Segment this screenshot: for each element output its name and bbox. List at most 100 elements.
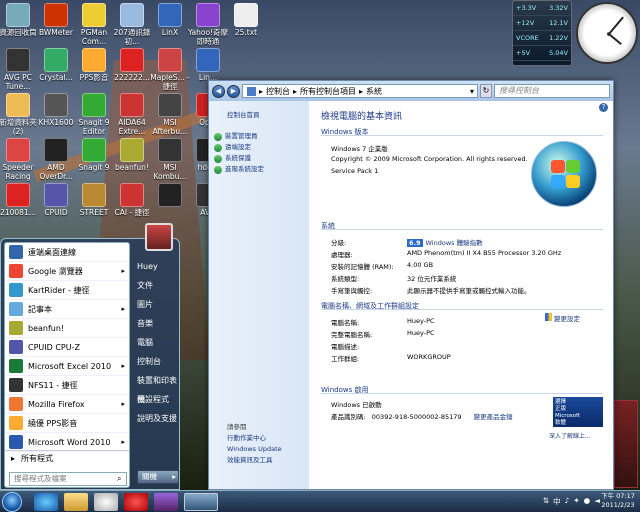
ime-indicator[interactable]: 中: [553, 496, 561, 507]
breadcrumb-item[interactable]: 系統: [366, 86, 382, 97]
start-menu-place[interactable]: 圖片: [133, 295, 179, 314]
genuine-learn-more-link[interactable]: 深入了解線上...: [549, 431, 591, 440]
desktop-icon-image: [6, 138, 30, 162]
side-task-link[interactable]: 裝置管理員: [209, 131, 309, 142]
start-menu-item[interactable]: Microsoft Excel 2010 ▸: [5, 357, 129, 376]
desktop-icon-image: [158, 3, 182, 27]
experience-index-badge[interactable]: 6.9: [407, 239, 423, 247]
see-also-title: 請參閱: [227, 423, 247, 431]
desktop-icon-image: [158, 183, 182, 207]
see-also-link[interactable]: Windows Update: [209, 444, 309, 455]
change-settings-link[interactable]: 變更設定: [545, 313, 580, 323]
start-menu-place[interactable]: 電腦: [133, 333, 179, 352]
desktop-icon-image: [120, 183, 144, 207]
back-button[interactable]: ◀: [212, 84, 225, 98]
control-panel-taskbar-button[interactable]: [184, 493, 218, 511]
network-icon[interactable]: ⇅: [543, 496, 549, 507]
start-button[interactable]: [2, 492, 22, 512]
start-menu-item[interactable]: CPUID CPU-Z: [5, 338, 129, 357]
desktop-icon-label: 新增資料夾 (2): [0, 118, 37, 136]
see-also-list: 行動作業中心 Windows Update 效能資訊及工具: [209, 433, 309, 466]
desktop-icon[interactable]: Lin...: [186, 48, 230, 82]
desktop-icon-label: Speeder Racing: [2, 163, 34, 181]
taskbar: ⇅ 中 ♪ ✦ ● ◄ 下午 07:17 2011/2/23: [0, 490, 640, 512]
start-menu-item[interactable]: NFS11 - 捷徑: [5, 376, 129, 395]
refresh-button[interactable]: ↻: [480, 84, 492, 98]
desktop-icon-image: [44, 138, 68, 162]
start-menu-item[interactable]: Google 瀏覽器 ▸: [5, 262, 129, 281]
start-menu-place[interactable]: 預設程式: [133, 390, 179, 409]
windows-logo-blue-pane: [551, 175, 565, 188]
experience-index-link[interactable]: Windows 體驗指數: [426, 239, 483, 247]
desktop-icon-image: [196, 3, 220, 27]
yahoo-messenger-taskbar-button[interactable]: [154, 493, 178, 511]
ie-taskbar-button[interactable]: [34, 493, 58, 511]
help-icon[interactable]: ?: [599, 103, 608, 112]
side-home-link[interactable]: 控制台首頁: [209, 101, 309, 125]
start-menu: 遠端桌面連線 Google 瀏覽器 ▸ KartRider - 捷徑 記事本 ▸ beanf…: [0, 223, 180, 490]
windows-logo-yellow-pane: [566, 175, 580, 188]
desktop-icon-label: AIDA64 Extre...: [118, 118, 146, 136]
chevron-right-icon[interactable]: ▸: [121, 267, 125, 275]
start-menu-place[interactable]: 音樂: [133, 314, 179, 333]
all-programs-button[interactable]: ▸ 所有程式: [5, 450, 129, 466]
start-search-input[interactable]: 搜尋程式及檔案: [9, 472, 127, 486]
change-product-key-link[interactable]: 變更產品金鑰: [474, 413, 513, 421]
start-menu-item[interactable]: 記事本 ▸: [5, 300, 129, 319]
see-also-link[interactable]: 效能資訊及工具: [209, 455, 309, 466]
media-taskbar-button[interactable]: [94, 493, 118, 511]
chevron-right-icon: ▸: [11, 454, 16, 463]
breadcrumb-item[interactable]: 控制台: [266, 86, 290, 97]
voltage-label: +3.3V: [516, 4, 537, 12]
desktop-icon[interactable]: 25.txt: [224, 3, 268, 37]
side-task-link[interactable]: 系統保護: [209, 153, 309, 164]
start-menu-item[interactable]: KartRider - 捷徑: [5, 281, 129, 300]
shield-icon: [545, 313, 552, 321]
start-menu-place[interactable]: 說明及支援: [133, 409, 179, 428]
taskbar-clock[interactable]: 下午 07:17 2011/2/23: [600, 492, 636, 510]
tray-app-icon[interactable]: ✦: [573, 496, 579, 507]
chevron-down-icon[interactable]: ▾: [470, 87, 474, 96]
desktop-icon-image: [44, 93, 68, 117]
address-bar[interactable]: ▸ 控制台 ▸ 所有控制台項目 ▸ 系統 ▾: [242, 84, 478, 98]
voltage-reading: VCORE 1.22V: [513, 31, 571, 46]
system-row: 安裝的記憶體 (RAM): 4.00 GB: [331, 261, 611, 271]
breadcrumb-item[interactable]: 所有控制台項目: [300, 86, 356, 97]
see-also-link[interactable]: 行動作業中心: [209, 433, 309, 444]
chevron-right-icon[interactable]: ▸: [121, 438, 125, 446]
desktop-icon-label: 25.txt: [234, 28, 258, 37]
start-menu-place[interactable]: 控制台: [133, 352, 179, 371]
user-avatar[interactable]: [145, 223, 173, 251]
explorer-taskbar-button[interactable]: [64, 493, 88, 511]
forward-button[interactable]: ▶: [227, 84, 240, 98]
side-task-link[interactable]: 遠端設定: [209, 142, 309, 153]
control-panel-search[interactable]: 搜尋控制台: [494, 84, 610, 98]
opera-taskbar-button[interactable]: [124, 493, 148, 511]
clock-date: 2011/2/23: [601, 501, 635, 509]
tray-app-icon[interactable]: ♪: [565, 496, 570, 507]
chevron-right-icon[interactable]: ▸: [121, 305, 125, 313]
tray-app-icon[interactable]: ●: [584, 496, 591, 507]
start-menu-item[interactable]: Mozilla Firefox ▸: [5, 395, 129, 414]
system-row-key: 處理器:: [331, 251, 353, 259]
start-menu-item[interactable]: 繞優 PPS影音: [5, 414, 129, 433]
desktop-icon-label: Yahoo!奇摩即時通: [187, 28, 229, 46]
chevron-right-icon[interactable]: ▸: [121, 362, 125, 370]
shield-icon: [214, 144, 222, 152]
chevron-right-icon[interactable]: ▸: [121, 400, 125, 408]
start-menu-place[interactable]: Huey: [133, 257, 179, 276]
shield-icon: [214, 155, 222, 163]
computer-row-value: Huey-PC: [407, 329, 435, 337]
side-task-link[interactable]: 進階系統設定: [209, 164, 309, 175]
clock-gadget[interactable]: [576, 2, 638, 64]
chevron-right-icon[interactable]: ▸: [172, 471, 176, 483]
start-menu-place[interactable]: 裝置和印表機: [133, 371, 179, 404]
shutdown-button[interactable]: 關機 ▸: [137, 470, 179, 484]
start-menu-item[interactable]: beanfun!: [5, 319, 129, 338]
start-menu-place[interactable]: 文件: [133, 276, 179, 295]
computer-row-key: 工作群組:: [331, 355, 360, 363]
desktop-icon-image: [44, 183, 68, 207]
start-menu-item[interactable]: 遠端桌面連線: [5, 243, 129, 262]
shutdown-label: 關機: [142, 472, 157, 481]
voltage-gadget[interactable]: +3.3V 3.32V +12V 12.1V VCORE 1.22V +5V 5.04V: [512, 0, 572, 66]
